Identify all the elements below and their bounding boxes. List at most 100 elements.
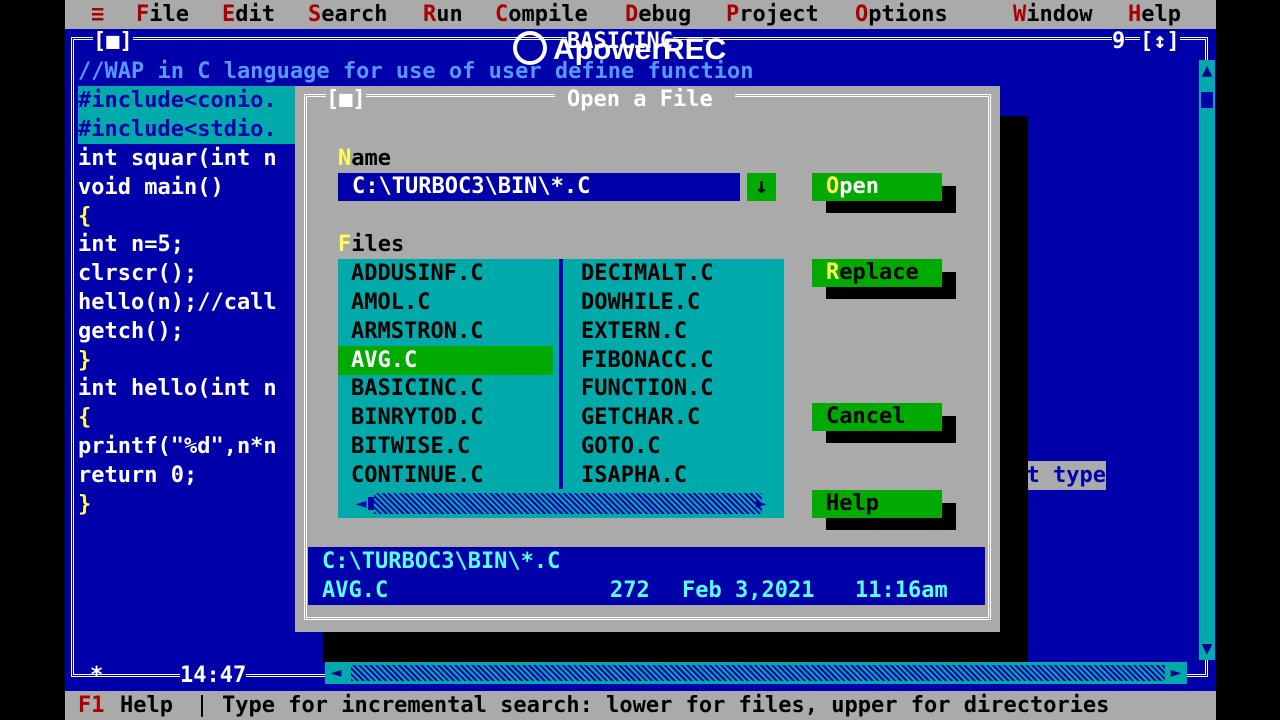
cancel-button[interactable]: Cancel [812,403,942,431]
code-line-15[interactable]: return 0; [78,461,197,490]
menu-edit-label: dit [235,2,275,27]
cursor-position: 14:47 [180,661,247,690]
menu-run[interactable]: Run [423,0,463,29]
scroll-thumb[interactable] [1201,92,1213,108]
list-scroll-track[interactable] [374,493,762,514]
menu-help-hotkey: H [1128,2,1142,27]
file-item[interactable]: BITWISE.C [351,432,470,461]
list-scroll-right-arrow-icon[interactable]: ► [750,489,772,518]
code-line-4[interactable]: int squar(int n [78,144,277,173]
code-line-9[interactable]: hello(n);//call [78,288,277,317]
file-item[interactable]: CONTINUE.C [351,461,483,490]
info-date: Feb 3,2021 [682,578,815,603]
info-filename: AVG.C [322,578,389,603]
menu-file[interactable]: File [136,0,189,29]
scroll-down-arrow-icon[interactable]: ▼ [1199,638,1215,660]
hscroll-track[interactable] [351,665,1165,681]
file-item-selected[interactable]: AVG.C [338,346,553,375]
file-item[interactable]: BINRYTOD.C [351,403,483,432]
hscroll-right-arrow-icon[interactable]: ► [1165,662,1187,684]
file-item[interactable]: GOTO.C [581,432,660,461]
status-help-key[interactable]: F1 [78,691,105,720]
file-item[interactable]: FIBONACC.C [581,346,713,375]
status-bar: F1 Help Type for incremental search: low… [65,691,1216,720]
menu-compile-label: ompile [508,2,588,27]
scroll-up-arrow-icon[interactable]: ▲ [1199,60,1215,82]
editor-zoom-box-label: [↕] [1140,29,1180,54]
menu-debug-hotkey: D [625,2,639,27]
dialog-title: Open a File [567,87,713,112]
menu-help[interactable]: Help [1128,0,1181,29]
resize-corner-icon[interactable]: * [90,661,103,690]
file-item[interactable]: ISAPHA.C [581,461,687,490]
code-line-8[interactable]: clrscr(); [78,259,197,288]
menu-run-hotkey: R [423,2,437,27]
menu-project-hotkey: P [726,2,740,27]
file-item[interactable]: EXTERN.C [581,317,687,346]
file-item[interactable]: ARMSTRON.C [351,317,483,346]
code-line-7[interactable]: int n=5; [78,230,184,259]
file-item[interactable]: DECIMALT.C [581,259,713,288]
code-line-3[interactable]: #include<stdio. [78,115,295,144]
file-info-panel: C:\TURBOC3\BIN\*.C AVG.C 272 Feb 3,2021 … [308,547,985,605]
menu-options[interactable]: Options [855,0,948,29]
editor-horizontal-scrollbar[interactable]: ◄ ► [325,662,1187,684]
dialog-close-box[interactable]: [■] [326,86,366,114]
menu-run-label: un [436,2,463,27]
menu-edit-hotkey: E [222,2,236,27]
editor-close-box-label: [■] [93,29,133,54]
code-line-5[interactable]: void main() [78,173,224,202]
menu-file-hotkey: F [136,2,150,27]
code-line-16[interactable]: } [78,490,91,519]
open-button-label: pen [839,174,879,199]
name-input[interactable]: C:\TURBOC3\BIN\*.C [338,173,740,201]
code-line-14[interactable]: printf("%d",n*n [78,432,277,461]
files-label-hotkey: F [338,232,352,257]
open-button[interactable]: Open [812,173,942,201]
file-item[interactable]: BASICINC.C [351,374,483,403]
code-line-11[interactable]: } [78,346,91,375]
help-button-label: Help [826,491,879,516]
hscroll-left-arrow-icon[interactable]: ◄ [325,662,347,684]
menu-window[interactable]: Window [1013,0,1092,29]
editor-vertical-scrollbar[interactable]: ▲ ▼ [1199,60,1215,660]
menu-edit[interactable]: Edit [222,0,275,29]
menu-compile-hotkey: C [495,2,509,27]
replace-button[interactable]: Replace [812,259,942,287]
name-label: Name [338,144,391,173]
menu-project-label: roject [739,2,819,27]
file-item[interactable]: FUNCTION.C [581,374,713,403]
history-dropdown-icon[interactable]: ↓ [747,173,776,201]
editor-window-number: 9 [1112,29,1126,54]
name-label-text: ame [351,146,391,171]
info-size: 272 [610,578,650,603]
files-label-text: iles [351,232,405,257]
menu-project[interactable]: Project [726,0,819,29]
file-item[interactable]: GETCHAR.C [581,403,700,432]
code-line-2[interactable]: #include<conio. [78,86,295,115]
file-item[interactable]: DOWHILE.C [581,288,700,317]
system-menu-icon[interactable]: ≡ [91,0,104,29]
recorder-watermark: ApowerREC [513,28,773,72]
status-help-label[interactable]: Help [120,691,173,720]
editor-zoom-box[interactable]: [↕] [1140,30,1180,54]
menu-debug-label: ebug [638,2,692,27]
menu-file-label: ile [149,2,189,27]
code-line-10[interactable]: getch(); [78,317,184,346]
menu-window-label: indow [1026,2,1093,27]
file-list-horizontal-scrollbar[interactable]: ◄ ► [338,489,784,518]
file-list-column-divider [559,259,563,489]
menu-debug[interactable]: Debug [625,0,691,29]
open-button-hotkey: O [826,174,840,199]
code-line-13[interactable]: { [78,403,91,432]
code-line-6[interactable]: { [78,202,91,231]
replace-button-hotkey: R [826,260,840,285]
menu-search[interactable]: Search [308,0,387,29]
code-line-12[interactable]: int hello(int n [78,374,277,403]
editor-close-box[interactable]: [■] [93,30,133,54]
menu-options-hotkey: O [855,2,869,27]
file-item[interactable]: ADDUSINF.C [351,259,483,288]
menu-compile[interactable]: Compile [495,0,588,29]
file-item[interactable]: AMOL.C [351,288,430,317]
help-button[interactable]: Help [812,490,942,518]
